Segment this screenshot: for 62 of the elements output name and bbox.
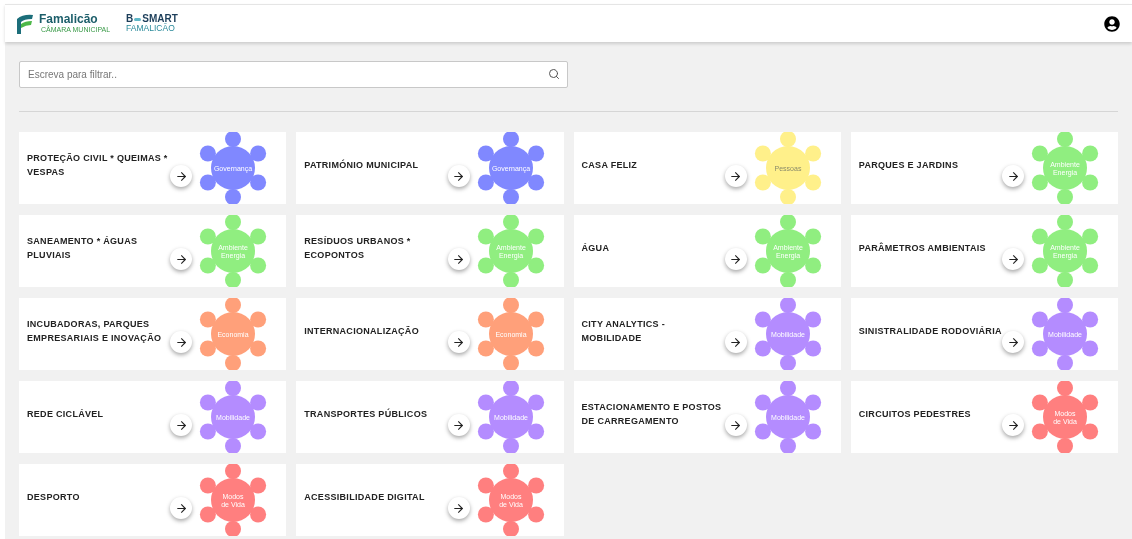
card-title: CASA FELIZ <box>581 159 639 172</box>
arrow-button[interactable] <box>1002 248 1024 270</box>
arrow-icon <box>174 252 188 266</box>
arrow-button[interactable] <box>724 414 747 436</box>
arrow-button[interactable] <box>447 165 470 187</box>
arrow-button[interactable] <box>170 165 193 187</box>
arrow-button[interactable] <box>447 248 470 270</box>
arrow-icon <box>174 335 188 349</box>
card-title: INTERNACIONALIZAÇÃO <box>304 325 420 338</box>
account-icon[interactable] <box>1104 15 1120 32</box>
card-title: PARQUES E JARDINS <box>858 159 960 172</box>
arrow-icon <box>1006 418 1020 432</box>
arrow-icon <box>729 169 743 183</box>
arrow-button[interactable] <box>1002 414 1024 436</box>
arrow-icon <box>729 335 743 349</box>
arrow-button[interactable] <box>170 248 193 270</box>
card-title: SANEAMENTO * ÁGUAS PLUVIAIS <box>27 235 139 262</box>
card-title: REDE CICLÁVEL <box>27 408 105 421</box>
arrow-icon <box>452 335 465 349</box>
arrow-icon <box>1006 169 1020 183</box>
card-title: ESTACIONAMENTO E POSTOS DE CARREGAMENTO <box>581 401 723 428</box>
arrow-button[interactable] <box>447 497 470 519</box>
card-title: SINISTRALIDADE RODOVIÁRIA <box>858 325 1002 338</box>
logo-text: Famalicão <box>39 13 99 25</box>
search-icon[interactable] <box>548 68 560 80</box>
card-title: RESÍDUOS URBANOS * ECOPONTOS <box>304 235 412 262</box>
arrow-icon <box>452 418 465 432</box>
brand-city: FAMALICÃO <box>126 24 175 33</box>
arrow-button[interactable] <box>724 331 747 353</box>
search-field[interactable]: Escreva para filtrar.. <box>19 61 568 88</box>
arrow-button[interactable] <box>1002 165 1024 187</box>
card-title: DESPORTO <box>27 491 81 504</box>
arrow-icon <box>1006 335 1020 349</box>
card-title: PATRIMÓNIO MUNICIPAL <box>304 158 420 172</box>
arrow-button[interactable] <box>724 248 747 270</box>
arrow-button[interactable] <box>170 497 193 519</box>
arrow-icon <box>452 252 465 266</box>
arrow-icon <box>452 501 465 515</box>
arrow-icon <box>1006 252 1020 266</box>
arrow-icon <box>452 169 465 183</box>
arrow-button[interactable] <box>724 165 747 187</box>
arrow-button[interactable] <box>1002 331 1024 353</box>
arrow-icon <box>729 252 743 266</box>
arrow-button[interactable] <box>170 414 193 436</box>
card-title: PARÂMETROS AMBIENTAIS <box>858 241 987 255</box>
arrow-button[interactable] <box>170 331 193 353</box>
arrow-icon <box>174 501 188 515</box>
card-title: ÁGUA <box>581 242 611 255</box>
arrow-button[interactable] <box>447 414 470 436</box>
logo-icon <box>15 12 35 35</box>
arrow-icon <box>729 418 743 432</box>
card-title: CIRCUITOS PEDESTRES <box>858 408 972 421</box>
arrow-icon <box>174 169 188 183</box>
card-title: INCUBADORAS, PARQUES EMPRESARIAIS E INOVAÇÃO <box>27 318 163 345</box>
arrow-icon <box>174 418 188 432</box>
brand-name: SMART <box>142 14 178 25</box>
brand-prefix: B <box>126 14 134 25</box>
card-title: ACESSIBILIDADE DIGITAL <box>304 491 426 504</box>
card-title: TRANSPORTES PÚBLICOS <box>304 407 429 421</box>
card-title: CITY ANALYTICS - MOBILIDADE <box>581 318 666 345</box>
card-title: PROTEÇÃO CIVIL * QUEIMAS * VESPAS <box>27 152 169 179</box>
arrow-button[interactable] <box>447 331 470 353</box>
